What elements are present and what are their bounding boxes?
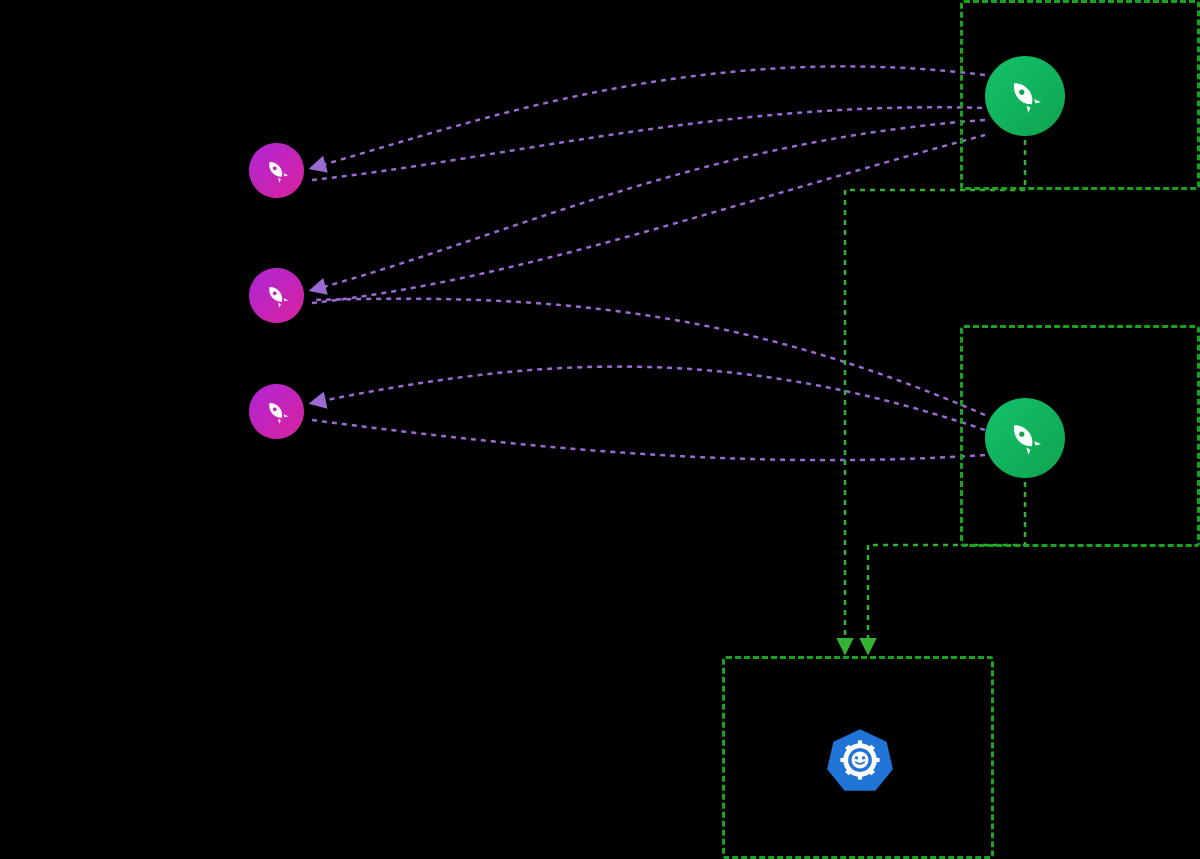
edge-src1-t1-return (312, 107, 985, 180)
edge-src2-t3-return (312, 420, 985, 460)
rocket-icon (263, 282, 291, 310)
rocket-icon (1005, 76, 1045, 116)
edge-src1-t2 (312, 120, 985, 290)
argocd-source-2 (985, 398, 1065, 478)
edge-src2-t3 (312, 367, 985, 430)
argocd-target-2 (249, 268, 304, 323)
edge-src2-t2 (312, 299, 985, 415)
rocket-icon (263, 157, 291, 185)
edge-src1-t2-return (312, 135, 985, 303)
argocd-target-3 (249, 384, 304, 439)
argocd-source-1 (985, 56, 1065, 136)
diagram-stage (0, 0, 1200, 859)
rocket-icon (1005, 418, 1045, 458)
rocket-icon (263, 398, 291, 426)
argocd-target-1 (249, 143, 304, 198)
kops-icon (825, 782, 895, 799)
kops-target (825, 725, 895, 795)
edge-src1-t1 (312, 66, 985, 168)
